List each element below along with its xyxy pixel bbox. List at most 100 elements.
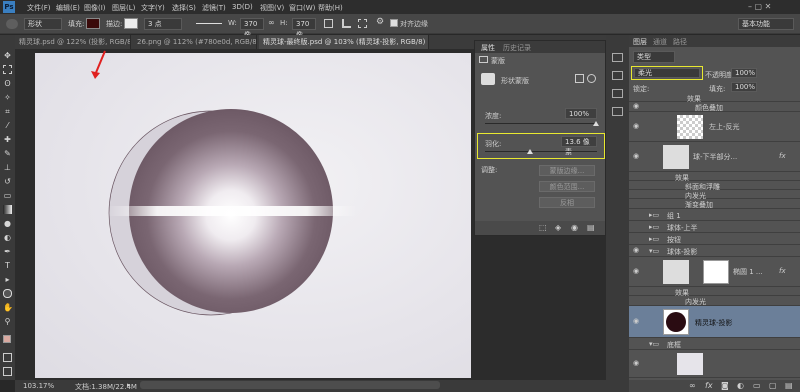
layer-group-row[interactable]: ◉ ▾▭ 球体-投影 bbox=[629, 245, 800, 257]
adjustments-panel-icon[interactable] bbox=[612, 89, 623, 98]
tab-paths[interactable]: 路径 bbox=[673, 37, 687, 47]
layer-row[interactable]: ◉ 左上-反光 bbox=[629, 112, 800, 142]
delete-layer-icon[interactable]: ▤ bbox=[785, 381, 793, 390]
fill-swatch[interactable] bbox=[86, 18, 100, 29]
pixel-mask-button[interactable] bbox=[481, 73, 495, 85]
layer-row[interactable]: ◉ 颜色叠加 bbox=[629, 102, 800, 112]
layer-group-row[interactable]: ▸▭ 组 1 bbox=[629, 209, 800, 221]
stroke-type-icon[interactable] bbox=[196, 23, 222, 24]
history-panel-icon[interactable] bbox=[612, 53, 623, 62]
path-arrange-icon[interactable] bbox=[358, 19, 367, 28]
load-selection-icon[interactable]: ⬚ bbox=[539, 223, 547, 232]
layer-filter-select[interactable]: 类型 bbox=[633, 51, 675, 63]
invert-button[interactable]: 反相 bbox=[539, 197, 595, 208]
menu-type[interactable]: 文字(Y) bbox=[141, 3, 165, 13]
brush-tool-icon[interactable]: ✎ bbox=[3, 149, 12, 158]
link-icon[interactable]: ∞ bbox=[268, 18, 275, 27]
menu-image[interactable]: 图像(I) bbox=[84, 3, 106, 13]
blur-tool-icon[interactable]: ● bbox=[3, 219, 12, 228]
layer-row[interactable]: 斜面和浮雕 bbox=[629, 181, 800, 191]
pen-tool-icon[interactable]: ✒ bbox=[3, 247, 12, 256]
workspace-select[interactable]: 基本功能 bbox=[738, 18, 794, 30]
eye-icon[interactable]: ◉ bbox=[633, 102, 642, 111]
path-align-icon[interactable] bbox=[342, 19, 351, 28]
type-tool-icon[interactable]: T bbox=[3, 261, 12, 270]
opacity-field[interactable]: 100% bbox=[731, 68, 757, 78]
tab-doc-2[interactable]: 26.png @ 112% (#780e0d, RGB/8#) * bbox=[133, 35, 257, 49]
layer-row[interactable]: 效果 bbox=[629, 93, 800, 103]
zoom-tool-icon[interactable]: ⚲ bbox=[3, 317, 12, 326]
menu-select[interactable]: 选择(S) bbox=[172, 3, 196, 13]
menu-file[interactable]: 文件(F) bbox=[27, 3, 51, 13]
menu-3d[interactable]: 3D(D) bbox=[232, 3, 253, 11]
shape-mode-select[interactable]: 形状 bbox=[24, 18, 62, 30]
tab-doc-1[interactable]: 精灵球.psd @ 122% (投影, RGB/8) * bbox=[15, 35, 131, 49]
menu-layer[interactable]: 图层(L) bbox=[112, 3, 135, 13]
move-tool-icon[interactable]: ✥ bbox=[3, 51, 12, 60]
menu-edit[interactable]: 编辑(E) bbox=[56, 3, 80, 13]
hand-tool-icon[interactable]: ✋ bbox=[3, 303, 13, 312]
zoom-level[interactable]: 103.17% bbox=[23, 382, 54, 390]
blend-mode-select[interactable]: 柔光 bbox=[634, 68, 700, 78]
stamp-tool-icon[interactable]: ⊥ bbox=[3, 163, 12, 172]
add-mask-icon[interactable]: ◙ bbox=[721, 381, 729, 390]
tab-doc-3[interactable]: 精灵球-最终版.psd @ 103% (精灵球-投影, RGB/8) bbox=[259, 35, 429, 49]
history-brush-icon[interactable]: ↺ bbox=[3, 177, 12, 186]
density-slider[interactable] bbox=[485, 123, 597, 124]
info-panel-icon[interactable] bbox=[612, 107, 623, 116]
mask-thumbnail[interactable] bbox=[703, 260, 729, 284]
height-field[interactable]: 370 像 bbox=[292, 18, 316, 39]
layer-row[interactable]: 内发光 bbox=[629, 296, 800, 306]
new-layer-icon[interactable]: ▢ bbox=[769, 381, 777, 390]
width-field[interactable]: 370 像 bbox=[240, 18, 264, 39]
tab-layers[interactable]: 图层 bbox=[633, 37, 647, 47]
horizontal-scrollbar[interactable] bbox=[140, 381, 440, 389]
foreground-color-swatch[interactable] bbox=[3, 335, 11, 343]
visibility-icon[interactable]: ◉ bbox=[571, 223, 578, 232]
new-group-icon[interactable]: ▭ bbox=[753, 381, 761, 390]
tab-channels[interactable]: 通道 bbox=[653, 37, 667, 47]
apply-mask-icon[interactable]: ◈ bbox=[555, 223, 561, 232]
menu-view[interactable]: 视图(V) bbox=[260, 3, 284, 13]
layer-row-selected[interactable]: ◉ 精灵球-投影 bbox=[629, 306, 800, 338]
density-field[interactable]: 100% bbox=[565, 108, 597, 119]
eye-icon[interactable]: ◉ bbox=[633, 152, 642, 161]
feather-field[interactable]: 13.6 像素 bbox=[561, 136, 597, 156]
layer-row[interactable]: 效果 bbox=[629, 287, 800, 297]
fx-icon[interactable]: fx bbox=[779, 152, 786, 160]
quick-mask-icon[interactable] bbox=[3, 353, 12, 362]
healing-brush-icon[interactable]: ✚ bbox=[3, 135, 12, 144]
eye-icon[interactable]: ◉ bbox=[633, 359, 642, 368]
lasso-tool-icon[interactable]: ʘ bbox=[3, 79, 12, 88]
gradient-tool-icon[interactable] bbox=[3, 205, 12, 214]
menu-window[interactable]: 窗口(W) bbox=[289, 3, 315, 13]
screen-mode-icon[interactable] bbox=[3, 367, 12, 376]
path-ops-icon[interactable] bbox=[324, 19, 333, 28]
feather-slider-thumb[interactable] bbox=[527, 149, 533, 154]
tool-preset-icon[interactable] bbox=[6, 19, 18, 29]
stroke-size-field[interactable]: 3 点 bbox=[144, 18, 182, 30]
menu-help[interactable]: 帮助(H) bbox=[318, 3, 343, 13]
feather-slider[interactable] bbox=[485, 151, 597, 152]
path-select-icon[interactable]: ▸ bbox=[3, 275, 12, 284]
document-canvas[interactable] bbox=[35, 53, 471, 378]
marquee-tool-icon[interactable] bbox=[3, 65, 12, 74]
layer-row[interactable]: ◉ 椭圆 1 ... fx bbox=[629, 257, 800, 287]
magic-wand-icon[interactable]: ✧ bbox=[3, 93, 12, 102]
link-layers-icon[interactable]: ∞ bbox=[689, 381, 696, 390]
add-pixel-mask-icon[interactable] bbox=[575, 74, 584, 83]
layer-group-row[interactable]: ▸▭ 球体-上半 bbox=[629, 221, 800, 233]
properties-panel-icon[interactable] bbox=[612, 71, 623, 80]
eraser-tool-icon[interactable]: ▭ bbox=[3, 191, 12, 200]
stroke-swatch[interactable] bbox=[124, 18, 138, 29]
density-slider-thumb[interactable] bbox=[593, 121, 599, 126]
layer-row[interactable]: ◉ 球-下半部分... fx bbox=[629, 142, 800, 172]
eye-icon[interactable]: ◉ bbox=[633, 267, 642, 276]
window-controls[interactable]: – ▢ ✕ bbox=[748, 2, 771, 11]
layer-group-row[interactable]: ▾▭ 底框 bbox=[629, 338, 800, 350]
layer-row[interactable]: 渐变叠加 bbox=[629, 199, 800, 209]
add-style-icon[interactable]: fx bbox=[705, 381, 713, 390]
color-range-button[interactable]: 颜色范围... bbox=[539, 181, 595, 192]
eye-icon[interactable]: ◉ bbox=[633, 317, 642, 326]
status-arrow-icon[interactable]: ▸ bbox=[127, 381, 131, 389]
